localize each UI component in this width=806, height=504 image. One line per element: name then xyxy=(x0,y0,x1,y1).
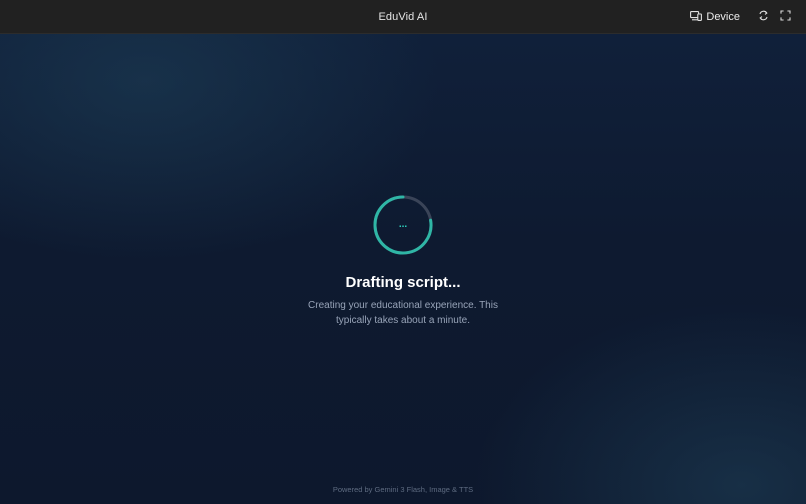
rotate-icon xyxy=(758,8,769,26)
status-title: Drafting script... xyxy=(345,274,461,291)
device-button[interactable]: Device xyxy=(684,6,746,28)
status-description: Creating your educational experience. Th… xyxy=(308,300,498,326)
app-window: EduVid AI Device ... Drafting script... … xyxy=(0,0,806,504)
top-bar: EduVid AI Device xyxy=(0,0,806,34)
device-label: Device xyxy=(706,11,740,23)
footer-credits: Powered by Gemini 3 Flash, Image & TTS xyxy=(332,485,474,494)
device-icon xyxy=(690,10,703,24)
top-actions: Device xyxy=(684,0,796,34)
spinner-dots: ... xyxy=(398,219,408,230)
loading-spinner: ... xyxy=(373,195,433,255)
main-content: ... Drafting script... Creating your edu… xyxy=(0,34,806,504)
fullscreen-button[interactable] xyxy=(774,6,796,28)
rotate-button[interactable] xyxy=(752,6,774,28)
fullscreen-icon xyxy=(779,8,791,26)
